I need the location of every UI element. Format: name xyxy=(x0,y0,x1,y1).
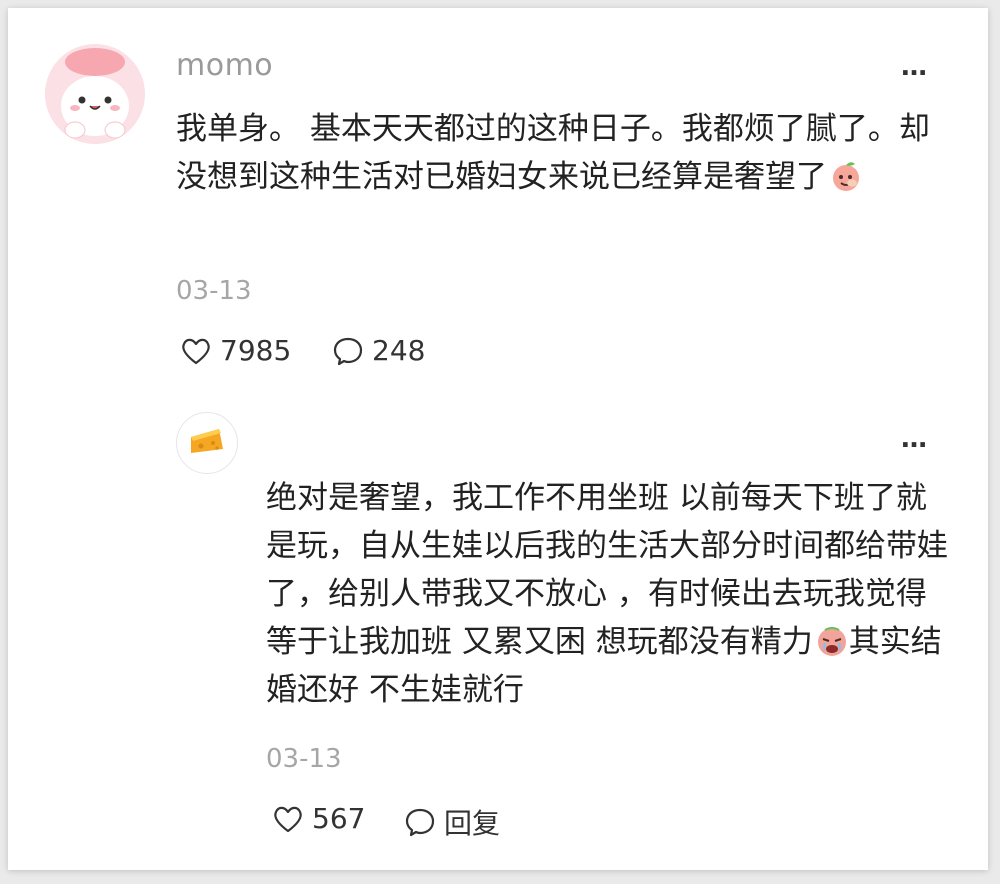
comment-text: 我单身。 基本天天都过的这种日子。我都烦了腻了。却没想到这种生活对已婚妇女来说已… xyxy=(176,105,936,201)
heart-icon xyxy=(274,806,302,832)
reply-avatar[interactable] xyxy=(176,412,238,474)
crying-face-emoji-icon xyxy=(817,627,846,656)
reply-button-label: 回复 xyxy=(444,807,501,840)
reply-button[interactable]: 回复 xyxy=(404,802,500,842)
like-count: 7985 xyxy=(220,334,292,367)
more-options-icon[interactable]: … xyxy=(901,52,930,82)
comment-bubble-icon xyxy=(333,337,363,365)
heart-icon xyxy=(182,338,210,364)
cheese-icon xyxy=(191,429,223,453)
username[interactable]: momo xyxy=(176,48,273,83)
comment-text-content: 我单身。 基本天天都过的这种日子。我都烦了腻了。却没想到这种生活对已婚妇女来说已… xyxy=(176,111,930,195)
reply-like-count: 567 xyxy=(312,802,366,835)
reply-more-options-icon[interactable]: … xyxy=(901,424,930,454)
like-button[interactable]: 7985 xyxy=(180,334,291,367)
avatar[interactable] xyxy=(45,44,145,144)
comment-count: 248 xyxy=(372,334,426,367)
cartoon-avatar-icon xyxy=(45,44,145,144)
comment-button[interactable]: 248 xyxy=(332,334,425,367)
reply-like-button[interactable]: 567 xyxy=(272,802,365,835)
reply-text: 绝对是奢望，我工作不用坐班 以前每天下班了就是玩，自从生娃以后我的生活大部分时间… xyxy=(266,474,956,714)
comment-card: momo … 我单身。 基本天天都过的这种日子。我都烦了腻了。却没想到这种生活对… xyxy=(8,8,988,870)
comment-bubble-icon xyxy=(405,808,435,837)
comment-date: 03-13 xyxy=(176,276,252,306)
peach-emoji-icon xyxy=(833,162,859,191)
reply-date: 03-13 xyxy=(266,744,342,774)
